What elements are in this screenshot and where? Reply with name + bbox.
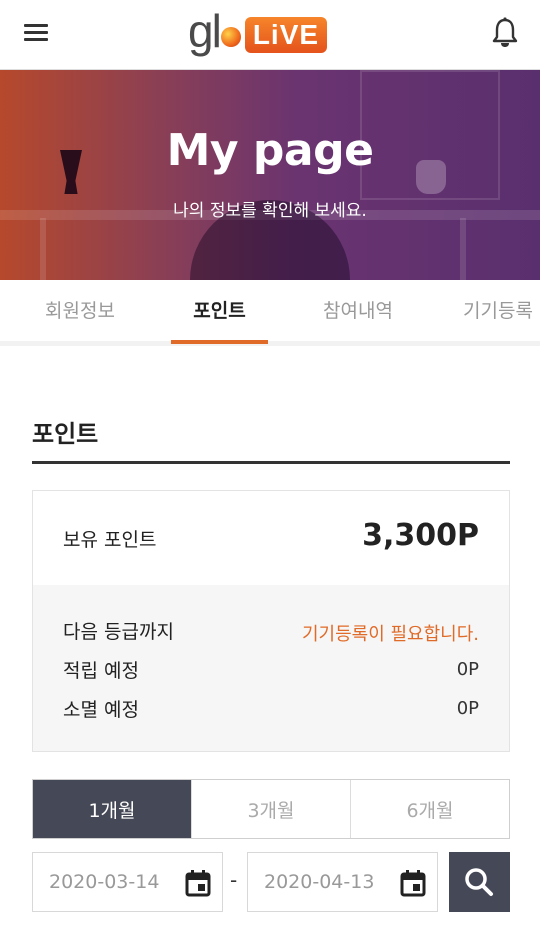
menu-icon[interactable] <box>22 22 52 46</box>
mypage-tabs: 회원정보 포인트 참여내역 기기등록 <box>0 280 540 346</box>
next-grade-value: 기기등록이 필요합니다. <box>301 624 479 645</box>
expiry-scheduled-value: 0P <box>456 698 479 719</box>
period-1-month-button[interactable]: 1개월 <box>33 780 192 838</box>
glo-live-logo[interactable]: gl LiVE <box>188 8 328 60</box>
date-separator: - <box>230 868 238 892</box>
search-button[interactable] <box>449 852 510 912</box>
page-subtitle: 나의 정보를 확인해 보세요. <box>173 201 367 221</box>
logo-text-glo: gl <box>188 8 241 54</box>
next-grade-label: 다음 등급까지 <box>63 621 174 643</box>
held-points-value: 3,300P <box>362 518 479 553</box>
period-6-month-button[interactable]: 6개월 <box>351 780 509 838</box>
start-date-value: 2020-03-14 <box>49 871 160 893</box>
end-date-field[interactable]: 2020-04-13 <box>247 852 438 912</box>
hero-decoration-table-leg <box>40 218 46 280</box>
expiry-scheduled-label: 소멸 예정 <box>63 699 139 721</box>
end-date-value: 2020-04-13 <box>264 871 375 893</box>
held-points-label: 보유 포인트 <box>63 529 157 551</box>
period-selector: 1개월 3개월 6개월 <box>32 779 510 839</box>
accrual-scheduled-value: 0P <box>456 659 479 680</box>
search-icon <box>465 868 493 896</box>
hero-banner: My page 나의 정보를 확인해 보세요. <box>0 70 540 280</box>
tab-participation[interactable]: 참여내역 <box>308 296 408 346</box>
page-title: My page <box>166 125 374 176</box>
period-3-month-button[interactable]: 3개월 <box>192 780 351 838</box>
accrual-scheduled-label: 적립 예정 <box>63 660 139 682</box>
start-date-field[interactable]: 2020-03-14 <box>32 852 223 912</box>
section-title: 포인트 <box>32 420 99 448</box>
points-summary: 보유 포인트 3,300P 다음 등급까지 기기등록이 필요합니다. 적립 예정… <box>32 490 510 752</box>
app-header: gl LiVE <box>0 0 540 70</box>
held-points-row: 보유 포인트 3,300P <box>33 491 509 585</box>
calendar-icon[interactable] <box>185 869 211 897</box>
logo-dot-icon <box>220 26 241 47</box>
hero-decoration-table-leg <box>460 218 466 280</box>
calendar-icon[interactable] <box>400 869 426 897</box>
tab-member-info[interactable]: 회원정보 <box>30 296 130 346</box>
logo-badge-live: LiVE <box>244 16 328 54</box>
tab-points[interactable]: 포인트 <box>171 296 268 346</box>
bell-icon[interactable] <box>490 17 520 49</box>
tab-device-register[interactable]: 기기등록 <box>448 296 540 346</box>
active-tab-indicator <box>171 340 268 344</box>
section-divider <box>32 461 510 464</box>
